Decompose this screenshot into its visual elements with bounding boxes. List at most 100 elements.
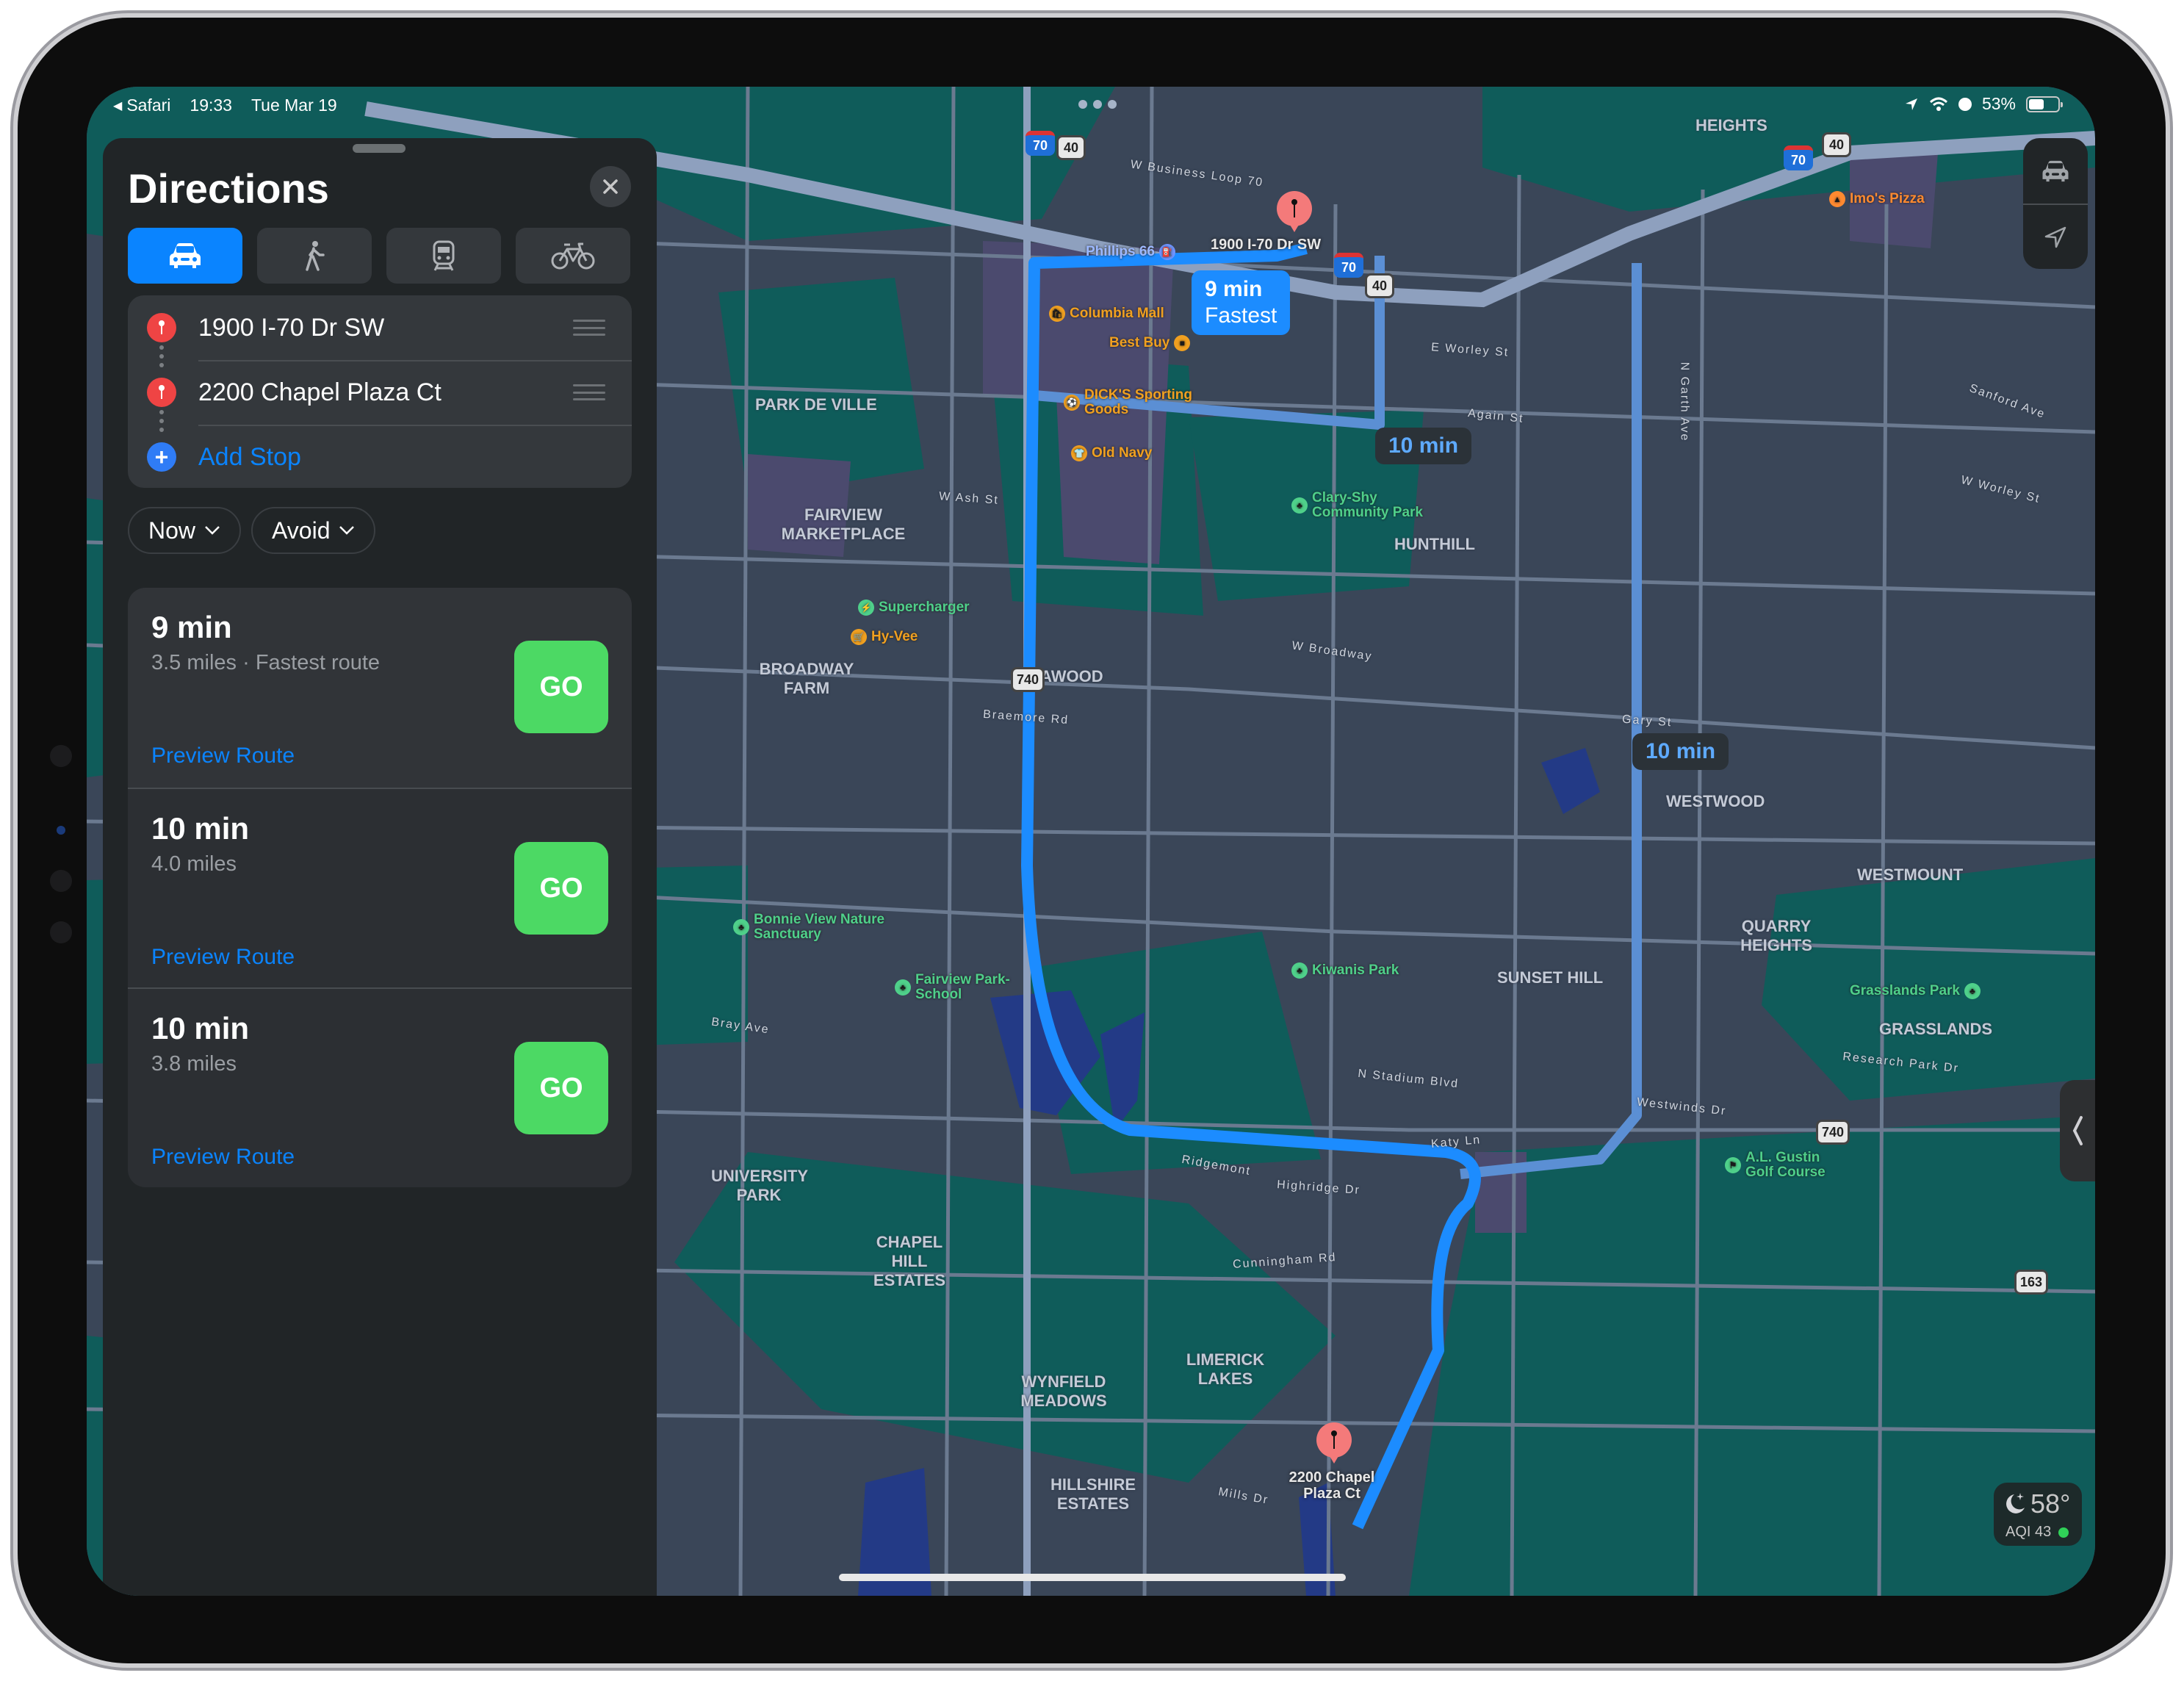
go-button[interactable]: GO — [514, 641, 608, 733]
map-controls — [2023, 138, 2088, 269]
route-time: 10 min — [151, 811, 250, 846]
poi-supercharger[interactable]: ⚡ Supercharger — [858, 600, 970, 616]
aqi-status-dot — [2058, 1527, 2069, 1538]
route-option[interactable]: 10 min 4.0 miles GO Preview Route — [128, 788, 632, 987]
pushpin-icon — [1331, 1430, 1337, 1449]
route-detail: 3.5 miles · Fastest route — [151, 651, 381, 674]
side-sensor — [57, 826, 65, 835]
destination-pin[interactable] — [1316, 1422, 1352, 1464]
stop-destination-text[interactable]: 2200 Chapel Plaza Ct — [198, 378, 442, 407]
poi-grasslands-park[interactable]: Grasslands Park ♣ — [1850, 983, 1981, 999]
route-time: 10 min — [151, 1011, 250, 1045]
aqi-value: AQI 43 — [2005, 1524, 2052, 1540]
mode-walk-button[interactable] — [257, 228, 372, 284]
route-option[interactable]: 10 min 3.8 miles GO Preview Route — [128, 987, 632, 1187]
multitasking-dots[interactable] — [1078, 100, 1117, 109]
preview-route-link[interactable]: Preview Route — [151, 945, 295, 970]
poi-best-buy[interactable]: Best Buy ■ — [1109, 335, 1191, 351]
mode-transit-button[interactable] — [386, 228, 501, 284]
side-sensor — [50, 745, 72, 767]
side-sensor — [50, 870, 72, 892]
neighborhood-label: Limerick Lakes — [1186, 1350, 1265, 1388]
avoid-dropdown[interactable]: Avoid — [251, 507, 376, 554]
tree-icon: ♣ — [1964, 983, 1981, 999]
poi-kiwanis-park[interactable]: ♣ Kiwanis Park — [1291, 962, 1399, 979]
stop-origin-text[interactable]: 1900 I-70 Dr SW — [198, 314, 384, 342]
poi-bonnie-view[interactable]: ♣ Bonnie View Nature Sanctuary — [733, 913, 893, 942]
ev-charger-icon: ⚡ — [858, 600, 874, 616]
battery-icon — [2026, 96, 2063, 112]
add-stop-label: Add Stop — [198, 442, 301, 471]
home-indicator[interactable] — [839, 1574, 1346, 1581]
location-arrow-icon — [2044, 226, 2066, 248]
mode-drive-button[interactable] — [128, 228, 242, 284]
poi-dicks[interactable]: ⚽ DICK'S Sporting Goods — [1064, 388, 1217, 417]
current-location-button[interactable] — [2023, 204, 2088, 269]
neighborhood-label: Westmount — [1857, 865, 1964, 884]
car-icon — [2042, 160, 2069, 181]
screen: ◀ Safari 19:33 Tue Mar 19 53% Park De Vi… — [87, 87, 2095, 1596]
transport-mode-selector — [128, 228, 630, 284]
panel-title: Directions — [128, 165, 329, 212]
car-icon — [170, 243, 201, 268]
route-callout-alt-2[interactable]: 10 min — [1632, 733, 1729, 770]
routes-list: 9 min 3.5 miles · Fastest route GO Previ… — [128, 588, 632, 1187]
reorder-handle-icon[interactable] — [573, 384, 605, 400]
us-route-shield: 40 — [1365, 273, 1394, 298]
pushpin-icon — [1291, 199, 1297, 217]
preview-route-link[interactable]: Preview Route — [151, 1145, 295, 1170]
route-option[interactable]: 9 min 3.5 miles · Fastest route GO Previ… — [128, 588, 632, 788]
stops-list: 1900 I-70 Dr SW 2200 Chapel Plaza Ct + A… — [128, 295, 632, 488]
route-callout-fastest[interactable]: 9 min Fastest — [1192, 270, 1291, 335]
status-bar: ◀ Safari 19:33 Tue Mar 19 53% — [87, 87, 2095, 128]
wifi-icon — [1929, 97, 1947, 111]
neighborhood-label: Hillshire Estates — [1050, 1475, 1136, 1513]
location-services-icon — [1905, 98, 1917, 110]
poi-phillips-66[interactable]: Phillips 66 ⛽ — [1086, 244, 1175, 260]
stop-origin[interactable]: 1900 I-70 Dr SW — [128, 295, 632, 360]
poi-imos-pizza[interactable]: ▲ Imo's Pizza — [1829, 191, 1925, 207]
preview-route-link[interactable]: Preview Route — [151, 744, 295, 768]
pizza-icon: ▲ — [1829, 191, 1845, 207]
stop-destination[interactable]: 2200 Chapel Plaza Ct — [128, 360, 632, 425]
neighborhood-label: Westwood — [1666, 792, 1765, 810]
stop-pin-icon — [147, 313, 176, 342]
street-label: N Garth Ave — [1678, 361, 1691, 442]
back-to-app[interactable]: ◀ Safari — [113, 96, 170, 115]
close-button[interactable] — [590, 166, 631, 207]
date: Tue Mar 19 — [251, 96, 337, 115]
bicycle-icon — [551, 242, 595, 270]
side-sensor — [50, 921, 72, 943]
tree-icon: ♣ — [1291, 962, 1308, 979]
departure-time-dropdown[interactable]: Now — [128, 507, 242, 554]
map-mode-button[interactable] — [2023, 138, 2088, 204]
neighborhood-label: Grasslands — [1879, 1020, 1993, 1038]
destination-label: 2200 Chapel Plaza Ct — [1289, 1469, 1375, 1502]
go-button[interactable]: GO — [514, 1042, 608, 1134]
cart-icon: 🛒 — [851, 629, 867, 645]
poi-clary-shy-park[interactable]: ♣ Clary-Shy Community Park — [1291, 491, 1444, 520]
poi-hy-vee[interactable]: 🛒 Hy-Vee — [851, 629, 918, 645]
mode-cycle-button[interactable] — [516, 228, 630, 284]
poi-fairview-park-school[interactable]: ♣ Fairview Park-School — [895, 973, 1011, 1002]
back-app-label: Safari — [126, 96, 171, 115]
neighborhood-label: University Park — [711, 1167, 809, 1204]
sidebar-toggle[interactable] — [2060, 1080, 2095, 1181]
chevron-left-icon — [2072, 1116, 2083, 1145]
temperature: 58° — [2030, 1489, 2071, 1519]
origin-pin[interactable] — [1277, 191, 1312, 232]
route-callout-alt-1[interactable]: 10 min — [1375, 428, 1472, 464]
poi-gustin-golf[interactable]: ⚑ A.L. Gustin Golf Course — [1725, 1151, 1841, 1180]
reorder-handle-icon[interactable] — [573, 320, 605, 336]
weather-widget[interactable]: 58° AQI 43 — [1994, 1483, 2082, 1546]
panel-grabber[interactable] — [353, 144, 406, 153]
clock: 19:33 — [190, 96, 232, 115]
add-stop-button[interactable]: + Add Stop — [128, 425, 632, 489]
us-route-shield: 40 — [1056, 135, 1086, 160]
route-time: 9 min — [151, 610, 232, 644]
state-route-shield: 163 — [2014, 1270, 2048, 1295]
poi-old-navy[interactable]: 👕 Old Navy — [1071, 445, 1152, 461]
poi-columbia-mall[interactable]: 🛍 Columbia Mall — [1049, 306, 1164, 322]
go-button[interactable]: GO — [514, 842, 608, 935]
tree-icon: ♣ — [733, 919, 749, 935]
